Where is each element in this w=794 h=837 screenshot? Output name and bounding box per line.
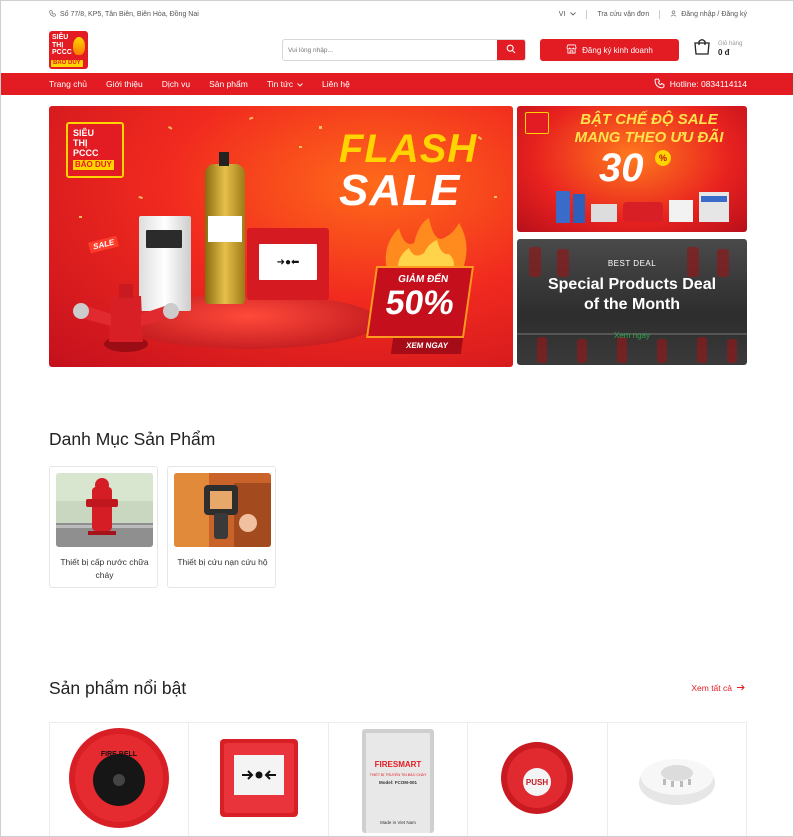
store-icon [566, 44, 577, 56]
page: Số 77/8, KP5, Tân Biên, Biên Hòa, Đồng N… [0, 0, 794, 837]
manual-call-point-image: ➜●⬅ [247, 228, 329, 300]
sale-mode-banner[interactable]: BẬT CHẾ ĐỘ SALE MANG THEO ƯU ĐÃI 30 % [517, 106, 747, 232]
firesmart-label: THIẾT BỊ TRUYỀN TIN BÁO CHÁY [370, 772, 427, 777]
discount-badge: GIẢM ĐẾN 50% [365, 266, 475, 338]
chevron-down-icon [297, 79, 303, 89]
search-box [282, 39, 526, 61]
login-label: Đăng nhập / Đăng ký [681, 11, 747, 18]
featured-products: FIRE BELL FIRESMART THIẾT BỊ TRUYỀN TIN … [49, 722, 748, 836]
nav-item-about[interactable]: Giới thiệu [106, 79, 143, 89]
register-label: Đăng ký kinh doanh [582, 45, 653, 55]
top-bar: Số 77/8, KP5, Tân Biên, Biên Hòa, Đồng N… [1, 1, 793, 27]
fire-bell-label: FIRE BELL [101, 751, 138, 758]
nav-item-contact[interactable]: Liên hệ [322, 79, 350, 89]
best-deal-eyebrow: BEST DEAL [607, 259, 657, 268]
cart-label: Giỏ hàng [718, 41, 743, 47]
firesmart-module-image: FIRESMART THIẾT BỊ TRUYỀN TIN BÁO CHÁY M… [329, 723, 467, 833]
search-icon [506, 41, 516, 59]
arrows-icon: ➜●⬅ [259, 244, 317, 280]
register-business-button[interactable]: Đăng ký kinh doanh [540, 39, 679, 61]
order-lookup-link[interactable]: Tra cứu vận đơn [597, 11, 649, 18]
product-card[interactable]: FIRESMART THIẾT BỊ TRUYỀN TIN BÁO CHÁY M… [327, 722, 468, 836]
best-deal-cta[interactable]: Xem ngay [517, 331, 747, 340]
banner-logo-brand: BẢO DUY [73, 160, 114, 170]
flame-icon [73, 37, 85, 55]
language-select[interactable]: VI [559, 11, 577, 18]
sale-percent: 30 [599, 146, 644, 190]
logo-brand: BẢO DUY [51, 59, 83, 67]
fire-extinguisher-image [205, 152, 245, 304]
smoke-detector-image [608, 723, 746, 833]
percent-badge: % [655, 150, 671, 166]
push-button-image: PUSH [468, 723, 606, 833]
hotline[interactable]: Hotline: 0834114114 [654, 73, 747, 95]
product-card[interactable] [606, 722, 748, 836]
nav-item-news-label: Tin tức [266, 79, 293, 89]
login-link[interactable]: Đăng nhập / Đăng ký [670, 10, 747, 19]
phone-icon [49, 10, 56, 19]
firesmart-origin: Made in Viet Nam [380, 820, 416, 825]
search-button[interactable] [497, 40, 525, 60]
search-input[interactable] [283, 40, 497, 60]
best-deal-title: Special Products Deal of the Month [517, 275, 747, 315]
address-text: Số 77/8, KP5, Tân Biên, Biên Hòa, Đồng N… [60, 11, 199, 18]
banner-cta-button[interactable]: XEM NGAY [390, 338, 464, 354]
firesmart-brand: FIRESMART [375, 760, 422, 769]
product-card[interactable]: FIRE BELL [49, 722, 189, 836]
best-deal-title-line-1: Special Products Deal [547, 276, 717, 293]
category-label: Thiết bị cứu nạn cứu hộ [177, 557, 268, 567]
site-logo[interactable]: SIÊU THỊ PCCC BẢO DUY [49, 31, 88, 69]
arrow-right-icon [737, 683, 745, 693]
nav-item-news[interactable]: Tin tức [267, 79, 303, 89]
address: Số 77/8, KP5, Tân Biên, Biên Hòa, Đồng N… [49, 10, 199, 19]
best-deal-title-line-2: of the Month [584, 296, 680, 313]
user-icon [670, 10, 677, 19]
sale-text: SALE [339, 166, 461, 215]
firesmart-model: Model: FCOM-001 [379, 780, 417, 785]
manual-call-point-image [189, 723, 327, 833]
see-all-link[interactable]: Xem tất cả [691, 683, 745, 693]
nav-item-products[interactable]: Sản phẩm [209, 79, 248, 89]
sale-mode-title-line-1: BẬT CHẾ ĐỘ SALE [580, 111, 718, 128]
cart-amount: 0 đ [718, 48, 730, 57]
products-illustration [556, 191, 729, 223]
phone-icon [654, 78, 665, 91]
best-deal-banner[interactable]: BEST DEAL Special Products Deal of the M… [517, 239, 747, 365]
flash-text: FLASH [339, 127, 478, 171]
see-all-label: Xem tất cả [691, 683, 732, 693]
category-label: Thiết bị cấp nước chữa cháy [60, 557, 149, 580]
product-card[interactable]: PUSH [467, 722, 607, 836]
divider [659, 10, 661, 19]
nav-item-home[interactable]: Trang chủ [49, 79, 87, 89]
language-label: VI [558, 11, 566, 18]
category-card[interactable]: Thiết bị cứu nạn cứu hộ [167, 466, 276, 588]
shopping-bag-icon [693, 38, 711, 60]
product-card[interactable] [188, 722, 328, 836]
banner-logo-line-2: THỊ [73, 138, 88, 148]
fire-bell-image: FIRE BELL [50, 723, 188, 833]
hotline-text: Hotline: 0834114114 [669, 79, 747, 89]
flash-sale-banner[interactable]: SIÊU THỊ PCCC BẢO DUY ➜●⬅ SALE FLASH SAL… [49, 106, 513, 367]
chevron-down-icon [570, 11, 577, 18]
category-image [56, 473, 153, 547]
divider [586, 10, 588, 19]
banner-logo-line-3: PCCC [73, 148, 99, 158]
sale-mode-title: BẬT CHẾ ĐỘ SALE MANG THEO ƯU ĐÃI [559, 111, 739, 147]
main-nav: Trang chủ Giới thiệu Dịch vụ Sản phẩm Ti… [1, 73, 793, 95]
banner-logo: SIÊU THỊ PCCC BẢO DUY [66, 122, 124, 178]
featured-title: Sản phẩm nổi bật [49, 678, 187, 698]
hydrant-image [71, 266, 181, 356]
banner-logo [525, 112, 549, 134]
push-label: PUSH [526, 778, 548, 787]
category-card[interactable]: Thiết bị cấp nước chữa cháy [49, 466, 158, 588]
categories-title: Danh Mục Sản Phẩm [49, 429, 216, 449]
category-image [174, 473, 271, 547]
sale-mode-title-line-2: MANG THEO ƯU ĐÃI [574, 129, 724, 146]
banner-logo-line-1: SIÊU [73, 128, 95, 138]
discount-value: 50% [383, 284, 457, 322]
cart-button[interactable]: Giỏ hàng 0 đ [693, 38, 742, 60]
nav-item-services[interactable]: Dịch vụ [162, 79, 190, 89]
